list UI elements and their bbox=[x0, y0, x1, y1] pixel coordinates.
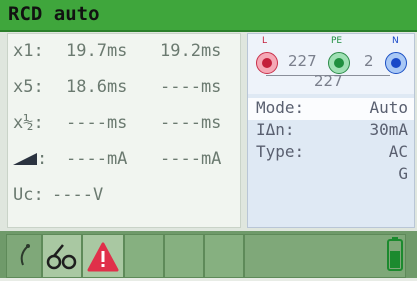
reading-label: Uc: bbox=[13, 185, 44, 205]
terminal-label-n: N bbox=[392, 36, 399, 46]
battery-icon bbox=[387, 237, 403, 271]
reading-value-2: ----ms bbox=[160, 113, 222, 133]
toolbar-slot-6[interactable] bbox=[204, 234, 244, 278]
reading-value-1: 18.6ms bbox=[66, 77, 128, 97]
reading-label: x5: bbox=[13, 77, 44, 97]
terminal-label-pe: PE bbox=[331, 36, 343, 46]
param-mode-label: Mode: bbox=[256, 98, 305, 117]
voltage-l-n: 227 bbox=[314, 72, 343, 90]
reading-value-2: ----ms bbox=[160, 77, 222, 97]
reading-label: x½: bbox=[13, 113, 44, 133]
reading-value-2: ----mA bbox=[160, 149, 222, 169]
reading-value-1: ----V bbox=[52, 185, 104, 205]
terminal-l-icon bbox=[256, 52, 278, 74]
open-circuit-icon bbox=[46, 244, 77, 270]
screen-title: RCD auto bbox=[8, 3, 100, 25]
param-mode[interactable]: Mode: Auto bbox=[248, 98, 414, 120]
reading-value-1: 19.7ms bbox=[66, 41, 128, 61]
ramp-icon bbox=[13, 153, 37, 165]
probe-button[interactable] bbox=[6, 234, 42, 278]
warning-icon bbox=[87, 242, 119, 272]
param-type[interactable]: Type: AC bbox=[248, 142, 414, 164]
param-idn[interactable]: IΔn: 30mA bbox=[248, 120, 414, 142]
title-bar: RCD auto bbox=[0, 0, 417, 32]
param-type-extra: G bbox=[248, 164, 414, 186]
param-type-value: AC bbox=[388, 142, 408, 161]
param-type-value-2: G bbox=[398, 164, 408, 183]
terminal-n-icon bbox=[385, 52, 407, 74]
terminal-label-l: L bbox=[262, 36, 268, 46]
instrument-screen: RCD auto x1: 19.7ms 19.2ms x5: 18.6ms --… bbox=[0, 0, 417, 278]
toolbar-slot-4[interactable] bbox=[124, 234, 164, 278]
voltage-pe-n: 2 bbox=[364, 52, 374, 70]
param-mode-value: Auto bbox=[369, 98, 408, 117]
reading-label-ramp: : bbox=[13, 149, 47, 169]
open-circuit-button[interactable] bbox=[42, 234, 82, 278]
settings-panel: L PE N 227 2 227 Mode: Auto IΔn: 30mA Ty… bbox=[247, 33, 415, 228]
param-idn-label: IΔn: bbox=[256, 120, 295, 139]
toolbar-slot-5[interactable] bbox=[164, 234, 204, 278]
bottom-toolbar bbox=[0, 231, 417, 278]
terminal-pe-icon bbox=[328, 52, 350, 74]
reading-label: x1: bbox=[13, 41, 44, 61]
terminal-diagram: L PE N 227 2 227 bbox=[248, 34, 414, 94]
toolbar-slot-wide bbox=[244, 234, 406, 278]
reading-value-1: ----mA bbox=[66, 149, 128, 169]
param-type-label: Type: bbox=[256, 142, 305, 161]
warning-button[interactable] bbox=[82, 234, 124, 278]
readings-panel: x1: 19.7ms 19.2ms x5: 18.6ms ----ms x½: … bbox=[7, 33, 241, 228]
probe-icon bbox=[20, 244, 30, 266]
voltage-l-pe: 227 bbox=[288, 52, 317, 70]
reading-value-2: 19.2ms bbox=[160, 41, 222, 61]
reading-value-1: ----ms bbox=[66, 113, 128, 133]
param-idn-value: 30mA bbox=[369, 120, 408, 139]
